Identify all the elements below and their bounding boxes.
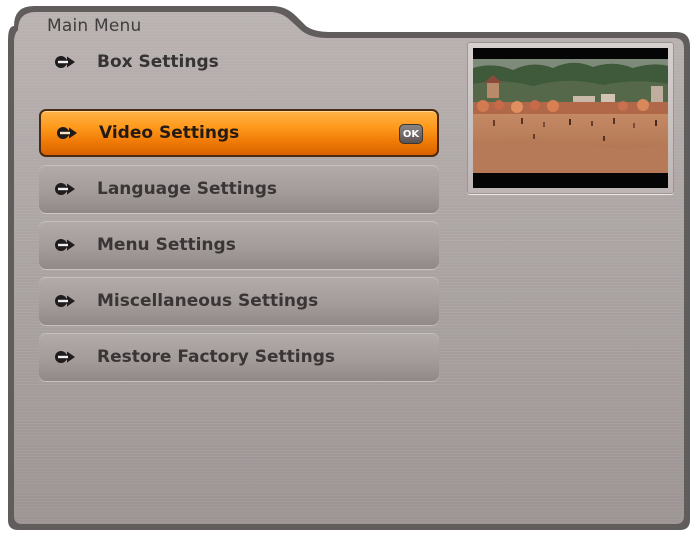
arrow-right-icon [55,239,75,251]
arrow-right-icon [55,351,75,363]
menu-item-label: Miscellaneous Settings [97,291,319,311]
beach-scene-image [473,48,668,188]
arrow-right-icon [55,295,75,307]
menu-item-label: Restore Factory Settings [97,347,335,367]
menu-item-miscellaneous-settings[interactable]: Miscellaneous Settings [39,277,439,325]
tv-preview-window [467,42,674,194]
menu-item-label: Language Settings [97,179,278,199]
tv-preview-video [473,48,668,188]
menu-item-language-settings[interactable]: Language Settings [39,165,439,213]
settings-screen: Main Menu Box Settings Video Settings OK [0,0,696,533]
menu-item-video-settings[interactable]: Video Settings OK [39,109,439,157]
ok-button-icon: OK [399,124,423,144]
section-title: Box Settings [53,48,219,76]
page-title: Box Settings [97,52,219,72]
menu-item-label: Menu Settings [97,235,236,255]
menu-item-menu-settings[interactable]: Menu Settings [39,221,439,269]
arrow-right-icon [57,127,77,139]
breadcrumb: Main Menu [47,16,142,36]
arrow-right-icon [55,56,75,68]
arrow-right-icon [55,183,75,195]
settings-menu: Video Settings OK Language Settings Menu… [39,109,439,389]
menu-item-label: Video Settings [99,123,240,143]
menu-item-restore-factory-settings[interactable]: Restore Factory Settings [39,333,439,381]
